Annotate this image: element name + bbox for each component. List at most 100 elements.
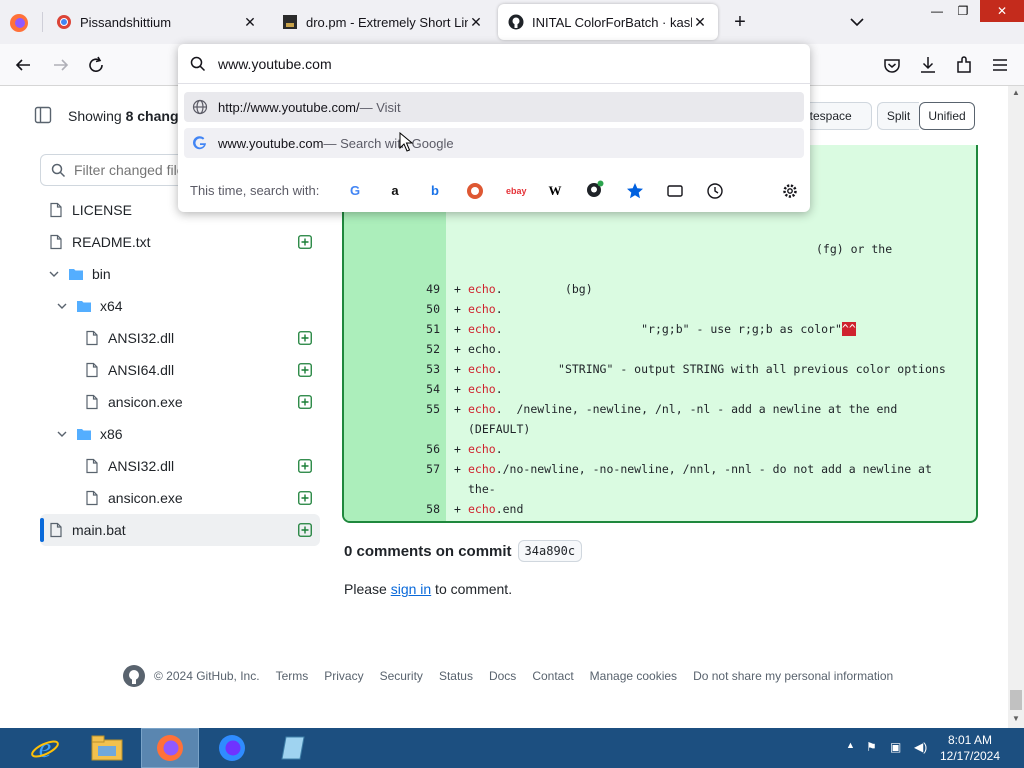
line-number[interactable]: 53 <box>344 359 440 379</box>
file-tree-item[interactable]: ANSI32.dll <box>40 322 320 354</box>
list-all-tabs-icon[interactable] <box>848 14 866 30</box>
restore-icon[interactable]: ❐ <box>948 0 978 22</box>
sidebar-collapse-icon[interactable] <box>34 106 52 124</box>
taskbar-ie[interactable]: e <box>16 728 74 768</box>
history-clock-icon[interactable] <box>706 182 724 200</box>
file-tree-item[interactable]: ansicon.exe <box>40 482 320 514</box>
footer-link-contact[interactable]: Contact <box>532 669 573 683</box>
diff-plus-marker: + <box>454 282 461 296</box>
footer-link-do-not-share[interactable]: Do not share my personal information <box>693 669 893 683</box>
footer-link-manage-cookies[interactable]: Manage cookies <box>590 669 677 683</box>
taskbar-explorer[interactable] <box>78 728 136 768</box>
footer-link-security[interactable]: Security <box>380 669 423 683</box>
diff-code: echo. <box>468 302 503 316</box>
signin-prefix: Please <box>344 581 391 597</box>
line-number[interactable]: 55 <box>344 399 440 419</box>
footer-link-privacy[interactable]: Privacy <box>324 669 363 683</box>
line-number[interactable]: 54 <box>344 379 440 399</box>
system-clock[interactable]: 8:01 AM 12/17/2024 <box>930 732 1010 764</box>
footer-link-docs[interactable]: Docs <box>489 669 516 683</box>
scroll-down-arrow-icon[interactable]: ▼ <box>1012 714 1020 723</box>
network-icon[interactable]: ▣ <box>890 740 901 754</box>
taskbar-notepad[interactable] <box>264 728 322 768</box>
file-icon <box>86 330 98 346</box>
diff-plus-marker: + <box>454 442 461 456</box>
reload-icon[interactable] <box>85 54 107 76</box>
close-tab-icon[interactable]: ✕ <box>242 14 258 30</box>
firefox-menu-icon[interactable] <box>8 12 30 34</box>
line-number[interactable]: 51 <box>344 319 440 339</box>
extensions-icon[interactable] <box>953 54 975 76</box>
chevron-down-icon[interactable] <box>56 300 68 312</box>
tab-github[interactable]: INITAL ColorForBatch · kaslmin ✕ <box>498 4 718 40</box>
footer-link-terms[interactable]: Terms <box>276 669 309 683</box>
line-number[interactable]: 52 <box>344 339 440 359</box>
line-number[interactable]: 56 <box>344 439 440 459</box>
split-view-button[interactable]: Split <box>877 102 919 130</box>
file-tree-item[interactable]: x64 <box>40 290 320 322</box>
scrollbar-thumb[interactable] <box>1010 690 1022 710</box>
file-name: README.txt <box>72 234 151 250</box>
suggestion-action: — Search with Google <box>323 135 454 151</box>
volume-icon[interactable]: ◀) <box>914 740 927 754</box>
forward-arrow-icon[interactable] <box>50 54 72 76</box>
new-tab-icon[interactable]: + <box>730 12 750 32</box>
commit-sha-badge[interactable]: 34a890c <box>517 540 583 562</box>
search-icon <box>190 56 206 71</box>
github-logo-icon[interactable] <box>122 664 146 688</box>
bookmarks-star-icon[interactable] <box>626 182 644 200</box>
unified-view-button[interactable]: Unified <box>919 102 975 130</box>
sign-in-link[interactable]: sign in <box>391 581 431 597</box>
url-input[interactable] <box>218 55 778 72</box>
tab-title: dro.pm - Extremely Short Links <box>306 14 468 30</box>
line-number[interactable]: 57 <box>344 459 440 479</box>
tabs-icon[interactable] <box>666 182 684 200</box>
action-center-flag-icon[interactable]: ⚑ <box>866 740 877 754</box>
line-number[interactable]: 49 <box>344 279 440 299</box>
chevron-down-icon[interactable] <box>56 428 68 440</box>
file-tree-item[interactable]: x86 <box>40 418 320 450</box>
line-number[interactable]: 50 <box>344 299 440 319</box>
diff-code: echo. "STRING" - output STRING with all … <box>468 362 946 376</box>
line-number[interactable]: 59 <box>344 519 440 521</box>
taskbar-firefox[interactable] <box>141 728 199 768</box>
scroll-up-arrow-icon[interactable]: ▲ <box>1012 88 1020 97</box>
tab-pissandshittium[interactable]: Pissandshittium ✕ <box>46 4 268 40</box>
taskbar-firefox-dev[interactable] <box>203 728 261 768</box>
close-tab-icon[interactable]: ✕ <box>468 14 484 30</box>
page-scrollbar[interactable]: ▲ ▼ <box>1008 86 1024 728</box>
hamburger-menu-icon[interactable] <box>989 54 1011 76</box>
github-engine-icon[interactable] <box>586 180 604 198</box>
bing-engine-icon[interactable]: b <box>426 182 444 200</box>
search-settings-gear-icon[interactable] <box>781 182 799 200</box>
unified-label: Unified <box>928 109 966 123</box>
ebay-engine-icon[interactable]: ebay <box>506 182 527 200</box>
diff-plus-marker: + <box>454 322 461 336</box>
suggestion-visit[interactable]: http://www.youtube.com/ — Visit <box>184 92 804 122</box>
footer-link-status[interactable]: Status <box>439 669 473 683</box>
duckduckgo-engine-icon[interactable] <box>466 182 484 200</box>
address-bar[interactable] <box>178 44 810 84</box>
file-icon <box>86 362 98 378</box>
file-tree-item[interactable]: ANSI32.dll <box>40 450 320 482</box>
file-tree-item[interactable]: bin <box>40 258 320 290</box>
close-window-icon[interactable]: ✕ <box>980 0 1024 22</box>
file-tree-item[interactable]: ansicon.exe <box>40 386 320 418</box>
clock-time: 8:01 AM <box>947 733 993 747</box>
file-name: ANSI64.dll <box>108 362 175 378</box>
back-arrow-icon[interactable] <box>12 54 34 76</box>
file-tree-item[interactable]: README.txt <box>40 226 320 258</box>
file-tree-item[interactable]: main.bat <box>40 514 320 546</box>
google-engine-icon[interactable]: G <box>346 182 364 200</box>
pocket-icon[interactable] <box>881 54 903 76</box>
line-number[interactable]: 58 <box>344 499 440 519</box>
close-tab-icon[interactable]: ✕ <box>692 14 708 30</box>
wikipedia-engine-icon[interactable]: W <box>546 182 564 200</box>
downloads-icon[interactable] <box>917 54 939 76</box>
show-hidden-icons[interactable]: ▲ <box>846 740 855 750</box>
tab-dro-pm[interactable]: dro.pm - Extremely Short Links ✕ <box>272 4 494 40</box>
suggestion-search[interactable]: www.youtube.com — Search with Google <box>184 128 804 158</box>
amazon-engine-icon[interactable]: a <box>386 182 404 200</box>
chevron-down-icon[interactable] <box>48 268 60 280</box>
file-tree-item[interactable]: ANSI64.dll <box>40 354 320 386</box>
